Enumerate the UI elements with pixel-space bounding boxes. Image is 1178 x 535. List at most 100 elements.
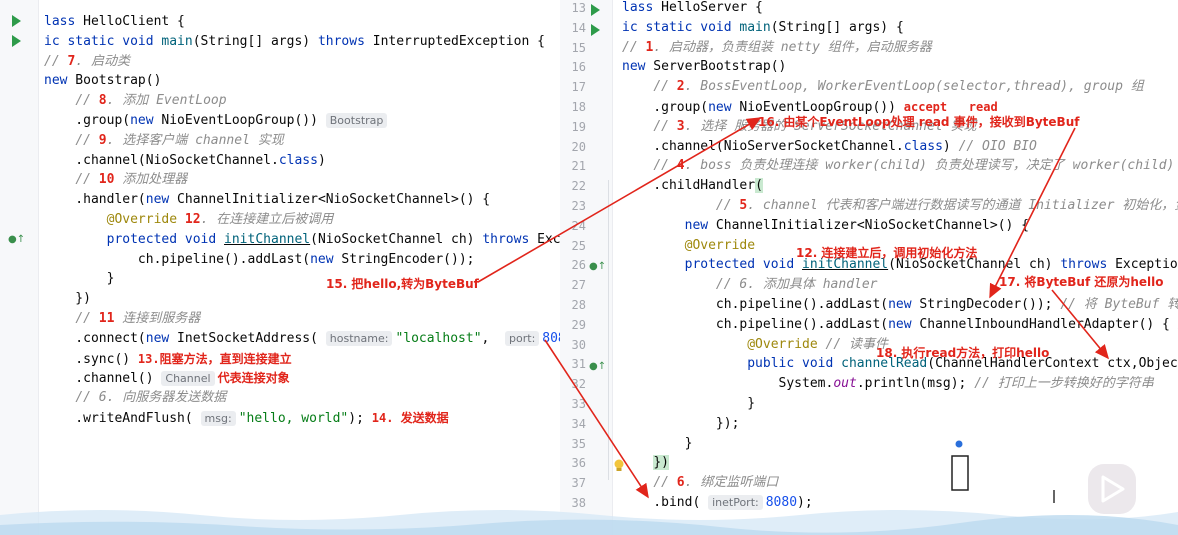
code-line[interactable]: .handler(new ChannelInitializer<NioSocke… — [0, 190, 560, 210]
code-line[interactable]: .channel(NioSocketChannel.class) — [0, 151, 560, 171]
run-icon[interactable] — [591, 24, 600, 36]
line-number: 24 — [571, 218, 586, 233]
line-number: 36 — [571, 456, 586, 471]
code-text: }); — [622, 415, 740, 431]
code-text: // 6. 向服务器发送数据 — [75, 390, 227, 406]
code-line[interactable]: 28 ch.pipeline().addLast(new StringDecod… — [560, 295, 1178, 315]
line-number: 30 — [571, 337, 586, 352]
code-text: System.out.println(msg); // 打印上一步转换好的字符串 — [622, 376, 1154, 392]
code-line[interactable]: 31 public void channelRead(ChannelHandle… — [560, 354, 1178, 374]
code-text: } — [44, 271, 115, 287]
line-number: 33 — [571, 397, 586, 411]
line-number: 23 — [571, 199, 586, 213]
code-text: new ChannelInitializer<NioSocketChannel>… — [684, 217, 1030, 233]
code-text: ic static void main(String[] args) { — [622, 19, 904, 35]
line-number: 15 — [571, 40, 586, 55]
line-number: 28 — [571, 298, 586, 312]
line-number: 34 — [571, 416, 586, 431]
code-text: // 2. BossEventLoop, WorkerEventLoop(sel… — [653, 79, 1144, 95]
code-line[interactable]: new Bootstrap() — [0, 71, 560, 91]
override-marker-icon[interactable]: ●↑ — [589, 361, 606, 372]
annotation-12: 12. 连接建立后，调用初始化方法 — [796, 246, 978, 260]
code-line[interactable]: protected void initChannel(NioSocketChan… — [0, 230, 560, 250]
code-line[interactable]: 37 // 6. 绑定监听端口 — [560, 473, 1178, 493]
code-text: new ServerBootstrap() — [622, 59, 787, 75]
run-icon[interactable] — [12, 35, 21, 47]
line-number: 16 — [571, 60, 586, 75]
code-line[interactable]: 35 } — [560, 434, 1178, 454]
override-marker-icon[interactable]: ●↑ — [589, 261, 606, 272]
code-text: // 8. 添加 EventLoop — [75, 93, 227, 109]
code-text: @Override // 读事件 — [747, 336, 888, 352]
line-number: 18 — [571, 100, 586, 114]
code-text: .sync() 13.阻塞方法，直到连接建立 — [44, 351, 292, 367]
code-line[interactable]: .group(new NioEventLoopGroup()) Bootstra… — [0, 111, 560, 131]
code-text: protected void initChannel(NioSocketChan… — [106, 231, 560, 247]
code-line[interactable]: // 10 添加处理器 — [0, 170, 560, 190]
line-number: 22 — [571, 179, 586, 194]
code-line[interactable]: 21 // 4. boss 负责处理连接 worker(child) 负责处理读… — [560, 156, 1178, 176]
code-text: lass HelloServer { — [622, 0, 763, 15]
code-line[interactable]: // 8. 添加 EventLoop — [0, 91, 560, 111]
code-line[interactable]: 13 lass HelloServer { — [560, 0, 1178, 18]
code-line[interactable]: 23 // 5. channel 代表和客户端进行数据读写的通道 Initial… — [560, 196, 1178, 216]
code-text: ic static void main(String[] args) throw… — [44, 33, 545, 49]
code-line[interactable]: // 11 连接到服务器 — [0, 309, 560, 329]
code-line[interactable]: .writeAndFlush( msg: "hello, world"); 14.… — [0, 408, 560, 428]
code-text: .bind( inetPort: 8080); — [622, 495, 813, 510]
code-line[interactable]: 15 // 1. 启动器，负责组装 netty 组件，启动服务器 — [560, 38, 1178, 58]
code-text: // 1. 启动器，负责组装 netty 组件，启动服务器 — [622, 39, 932, 55]
code-line[interactable]: 33 } — [560, 394, 1178, 414]
code-line[interactable]: .connect(new InetSocketAddress( hostname… — [0, 329, 560, 349]
line-number: 13 — [571, 1, 586, 15]
code-line[interactable]: // 6. 向服务器发送数据 — [0, 388, 560, 408]
code-line[interactable]: 36 }) — [560, 453, 1178, 473]
code-line[interactable]: 17 // 2. BossEventLoop, WorkerEventLoop(… — [560, 77, 1178, 97]
code-line[interactable]: lass HelloClient { — [0, 12, 560, 32]
server-editor-pane[interactable]: 13 lass HelloServer { 14 ic static void mai… — [560, 0, 1178, 535]
code-line[interactable]: 24 new ChannelInitializer<NioSocketChann… — [560, 216, 1178, 236]
code-text: // 10 添加处理器 — [75, 172, 188, 188]
override-marker-icon[interactable]: ●↑ — [8, 234, 25, 245]
code-line[interactable]: 30 @Override // 读事件 — [560, 335, 1178, 355]
code-text: ch.pipeline().addLast(new ChannelInbound… — [622, 316, 1178, 332]
code-line[interactable] — [0, 428, 560, 448]
code-line[interactable]: 32 System.out.println(msg); // 打印上一步转换好的… — [560, 374, 1178, 394]
code-line[interactable]: // 7. 启动类 — [0, 52, 560, 72]
code-line[interactable]: ic static void main(String[] args) throw… — [0, 32, 560, 52]
code-line[interactable]: 16 new ServerBootstrap() — [560, 57, 1178, 77]
code-line[interactable]: 20 .channel(NioServerSocketChannel.class… — [560, 137, 1178, 157]
client-editor-pane[interactable]: lass HelloClient { ic static void main(St… — [0, 0, 560, 535]
annotation-15: 15. 把hello,转为ByteBuf — [326, 277, 479, 291]
code-line[interactable]: // 9. 选择客户端 channel 实现 — [0, 131, 560, 151]
line-number: 14 — [571, 20, 586, 35]
code-text: // 4. boss 负责处理连接 worker(child) 负责处理读写，决… — [653, 158, 1178, 174]
code-line[interactable]: @Override 12. 在连接建立后被调用 — [0, 210, 560, 230]
code-line[interactable]: 14 ic static void main(String[] args) { — [560, 18, 1178, 38]
run-icon[interactable] — [12, 15, 21, 27]
code-line[interactable]: 34 }); — [560, 414, 1178, 434]
line-number: 20 — [571, 139, 586, 154]
code-text: .channel() Channel 代表连接对象 — [44, 371, 290, 387]
code-line[interactable]: .sync() 13.阻塞方法，直到连接建立 — [0, 349, 560, 369]
line-number: 17 — [571, 80, 586, 95]
annotation-18: 18. 执行read方法，打印hello — [876, 346, 1050, 360]
code-text: ch.pipeline().addLast(new StringEncoder(… — [44, 251, 475, 267]
lightbulb-icon[interactable] — [613, 458, 625, 472]
line-number: 25 — [571, 238, 586, 253]
code-text: // 9. 选择客户端 channel 实现 — [75, 132, 284, 148]
code-line[interactable]: ch.pipeline().addLast(new StringEncoder(… — [0, 250, 560, 270]
code-line[interactable]: 38 .bind( inetPort: 8080); — [560, 493, 1178, 513]
code-line[interactable]: 29 ch.pipeline().addLast(new ChannelInbo… — [560, 315, 1178, 335]
code-line[interactable]: 22 .childHandler( — [560, 176, 1178, 196]
line-number: 32 — [571, 377, 586, 392]
run-icon[interactable] — [591, 4, 600, 16]
annotation-16: 16. 由某个EventLoop处理 read 事件，接收到ByteBuf — [758, 115, 1080, 129]
code-line[interactable]: }) — [0, 289, 560, 309]
code-text: // 11 连接到服务器 — [75, 311, 201, 326]
code-text: .childHandler( — [622, 178, 763, 194]
code-text: lass HelloClient { — [44, 14, 185, 29]
code-text: @Override — [684, 237, 756, 253]
code-line[interactable]: .channel() Channel 代表连接对象 — [0, 368, 560, 388]
line-number: 19 — [571, 119, 586, 134]
